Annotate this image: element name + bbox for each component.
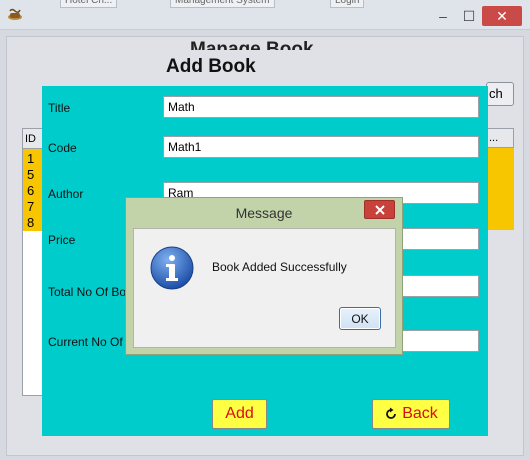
- background-tabs: Hotel Ch... Management System Login: [60, 0, 400, 8]
- code-input[interactable]: [163, 136, 479, 158]
- add-button-label: Add: [225, 405, 254, 422]
- close-icon: [374, 204, 385, 215]
- ok-button[interactable]: OK: [339, 307, 381, 330]
- table-header-id[interactable]: ID: [23, 129, 43, 149]
- table-row[interactable]: 1: [27, 151, 39, 167]
- dialog-title: Message: [235, 205, 293, 221]
- books-table-right-column: ...: [486, 128, 514, 232]
- background-tab[interactable]: Hotel Ch...: [60, 0, 118, 8]
- refresh-icon: [386, 407, 397, 419]
- dialog-body: Book Added Successfully OK: [133, 228, 396, 348]
- author-label: Author: [48, 187, 84, 201]
- back-button-label: Back: [402, 405, 438, 422]
- table-id-cells[interactable]: 1 5 6 7 8: [23, 149, 43, 231]
- maximize-icon[interactable]: ☐: [456, 6, 482, 26]
- books-table: ID 1 5 6 7 8: [22, 128, 44, 396]
- java-cup-icon: [8, 8, 22, 20]
- minimize-icon[interactable]: –: [430, 6, 456, 26]
- table-row[interactable]: 5: [27, 167, 39, 183]
- dialog-message: Book Added Successfully: [212, 260, 347, 274]
- search-button[interactable]: ch: [486, 82, 514, 106]
- info-icon: [150, 246, 194, 290]
- window-titlebar: Hotel Ch... Management System Login – ☐ …: [0, 0, 530, 30]
- table-row[interactable]: 8: [27, 215, 39, 231]
- dialog-close-icon[interactable]: [364, 200, 395, 219]
- add-button[interactable]: Add: [212, 399, 267, 429]
- table-right-cells[interactable]: [486, 148, 514, 230]
- title-input[interactable]: [163, 96, 479, 118]
- table-header-right[interactable]: ...: [486, 128, 514, 148]
- manage-book-title: Manage Book: [190, 39, 314, 50]
- window-controls: – ☐ ✕: [430, 6, 522, 26]
- add-book-title: Add Book: [166, 56, 256, 77]
- message-dialog: Message Book Added Successfully OK: [125, 197, 403, 355]
- code-label: Code: [48, 141, 77, 155]
- table-row[interactable]: 7: [27, 199, 39, 215]
- background-tab[interactable]: Login: [330, 0, 365, 8]
- window-close-icon[interactable]: ✕: [482, 6, 522, 26]
- title-label: Title: [48, 101, 71, 115]
- back-button[interactable]: Back: [372, 399, 450, 429]
- table-row[interactable]: 6: [27, 183, 39, 199]
- background-tab[interactable]: Management System: [170, 0, 275, 8]
- price-label: Price: [48, 233, 76, 247]
